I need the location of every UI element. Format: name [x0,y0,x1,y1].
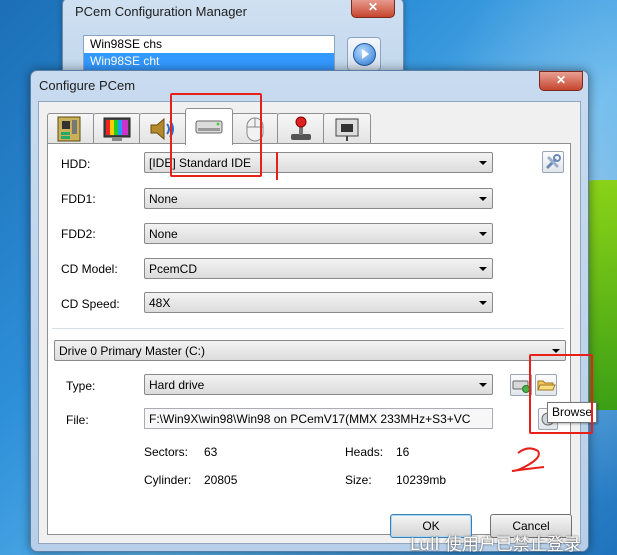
drive-select[interactable]: Drive 0 Primary Master (C:) [54,340,566,361]
config-list-item[interactable]: Win98SE chs [84,36,334,53]
tab-drives[interactable] [185,108,233,145]
motherboard-icon [57,116,81,142]
hdd-configure-button[interactable] [542,151,564,173]
watermark: Lull 使用户已禁止登录 [410,535,581,555]
heads-value: 16 [396,445,410,459]
configure-dialog: Configure PCem ✕ HDD: [IDE] Standard IDE… [30,70,589,552]
cd-speed-select[interactable]: 48X [144,292,493,313]
cd-model-select[interactable]: PcemCD [144,258,493,279]
drive-select-value: Drive 0 Primary Master (C:) [59,344,206,358]
config-list-item-selected[interactable]: Win98SE cht [84,53,334,70]
cd-speed-label: CD Speed: [61,297,120,311]
cd-model-label: CD Model: [61,262,118,276]
chevron-down-icon [474,293,492,312]
play-icon [353,43,376,66]
sectors-label: Sectors: [144,445,189,459]
network-icon [335,118,359,141]
chevron-down-icon [474,189,492,208]
tools-icon [545,154,561,170]
hard-drive-icon [195,120,223,134]
chevron-down-icon [474,224,492,243]
cylinder-value: 20805 [204,473,238,487]
chevron-down-icon [474,259,492,278]
tab-video[interactable] [93,113,141,144]
new-disk-icon [512,380,530,393]
hdd-label: HDD: [61,157,91,171]
divider [52,328,564,329]
drives-panel: HDD: [IDE] Standard IDE FDD1: None FDD2:… [47,143,571,535]
config-manager-close-button[interactable]: ✕ [351,0,395,18]
drive-type-select[interactable]: Hard drive [144,374,493,395]
size-label: Size: [345,473,372,487]
cd-model-value: PcemCD [149,262,198,276]
fdd2-select[interactable]: None [144,223,493,244]
heads-label: Heads: [345,445,384,459]
annotation-box-browse [529,354,593,434]
tab-network[interactable] [323,113,371,144]
drive-type-value: Hard drive [149,378,205,392]
display-icon [103,117,131,141]
size-value: 10239mb [396,473,447,487]
dialog-title: Configure PCem [39,78,136,93]
dialog-close-button[interactable]: ✕ [539,71,583,91]
fdd1-value: None [149,192,178,206]
fdd1-label: FDD1: [61,192,96,206]
fdd2-value: None [149,227,178,241]
annotation-mark-1: 1 [276,152,278,180]
fdd1-select[interactable]: None [144,188,493,209]
type-label: Type: [66,379,96,393]
cd-speed-value: 48X [149,296,171,310]
chevron-down-icon [474,375,492,394]
annotation-mark-2: 2 [511,447,545,472]
config-manager-title: PCem Configuration Manager [75,4,247,19]
sectors-value: 63 [204,445,218,459]
dialog-client-area: HDD: [IDE] Standard IDE FDD1: None FDD2:… [38,101,581,544]
chevron-down-icon [474,153,492,172]
tab-input[interactable] [277,113,325,144]
joystick-icon [291,116,311,140]
run-config-button[interactable] [347,37,381,71]
file-path-field[interactable]: F:\Win9X\win98\Win98 on PCemV17(MMX 233M… [144,408,493,429]
file-label: File: [66,413,89,427]
cylinder-label: Cylinder: [144,473,192,487]
tab-machine[interactable] [47,113,95,144]
fdd2-label: FDD2: [61,227,96,241]
